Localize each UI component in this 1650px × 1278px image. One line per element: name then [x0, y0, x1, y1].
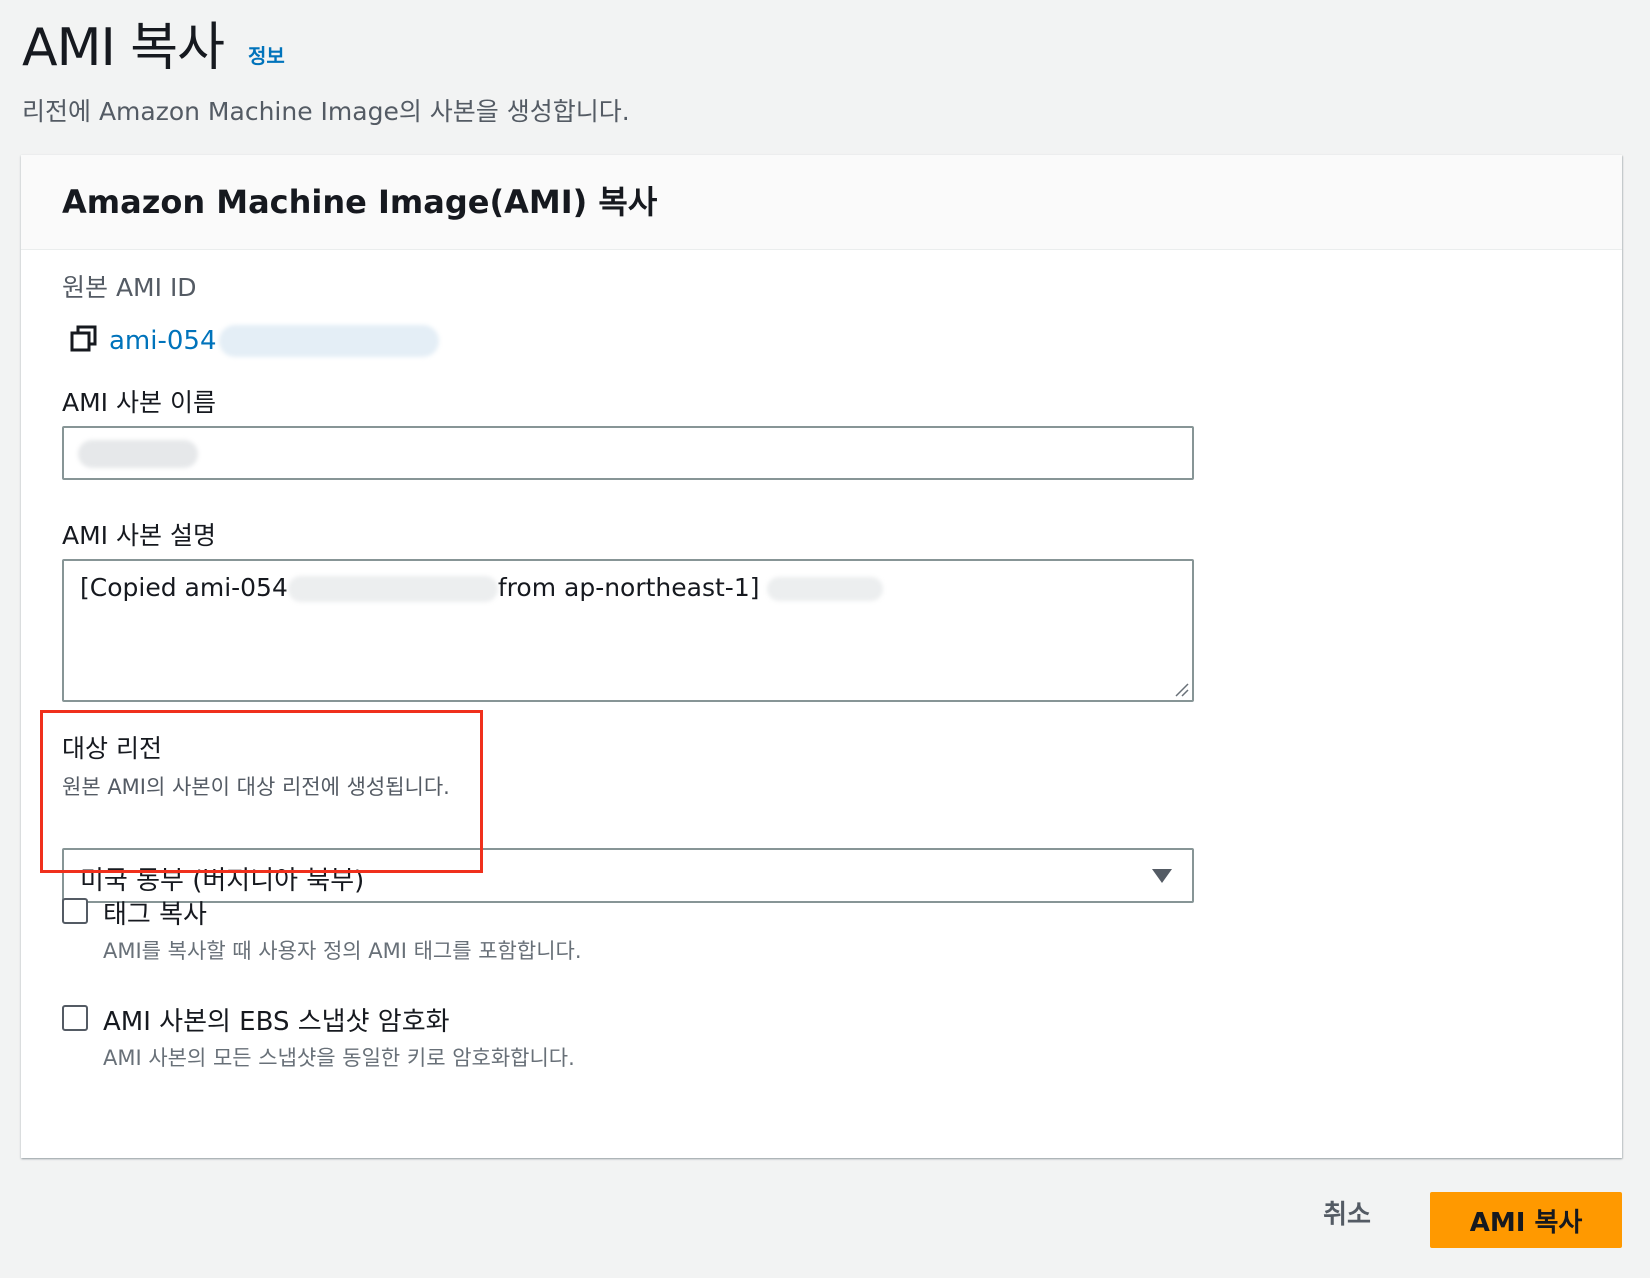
copy-name-label: AMI 사본 이름: [62, 388, 216, 417]
panel-header: Amazon Machine Image(AMI) 복사: [21, 155, 1622, 250]
redacted-area: [218, 325, 439, 357]
redacted-area: [78, 440, 198, 468]
encrypt-snapshots-description: AMI 사본의 모든 스냅샷을 동일한 키로 암호화합니다.: [103, 1046, 575, 1070]
encrypt-snapshots-checkbox[interactable]: [62, 1005, 88, 1031]
cancel-button[interactable]: 취소: [1302, 1188, 1392, 1236]
page-description: 리전에 Amazon Machine Image의 사본을 생성합니다.: [22, 97, 630, 126]
page-title: AMI 복사: [22, 18, 225, 78]
copy-tags-checkbox[interactable]: [62, 898, 88, 924]
info-link[interactable]: 정보: [248, 40, 285, 69]
resize-handle-icon[interactable]: [1173, 681, 1189, 697]
encrypt-snapshots-label: AMI 사본의 EBS 스냅샷 암호화: [103, 1007, 450, 1037]
copy-ami-button[interactable]: AMI 복사: [1430, 1192, 1622, 1248]
source-ami-row: ami-054: [69, 323, 439, 359]
copy-tags-description: AMI를 복사할 때 사용자 정의 AMI 태그를 포함합니다.: [103, 939, 582, 963]
copy-name-input[interactable]: [62, 426, 1194, 480]
highlight-annotation: [40, 710, 483, 873]
caret-down-icon: [1152, 869, 1172, 883]
source-ami-id-link[interactable]: ami-054: [109, 326, 217, 356]
copy-description-text: [Copied ami-054 from ap-northeast-1]: [80, 573, 884, 602]
copy-icon[interactable]: [69, 324, 109, 358]
source-ami-label: 원본 AMI ID: [62, 273, 197, 302]
copy-tags-label: 태그 복사: [103, 900, 207, 930]
copy-description-label: AMI 사본 설명: [62, 521, 216, 550]
copy-ami-panel: Amazon Machine Image(AMI) 복사 원본 AMI ID a…: [21, 155, 1622, 1158]
panel-title: Amazon Machine Image(AMI) 복사: [62, 183, 658, 221]
copy-description-textarea[interactable]: [Copied ami-054 from ap-northeast-1]: [62, 559, 1194, 702]
